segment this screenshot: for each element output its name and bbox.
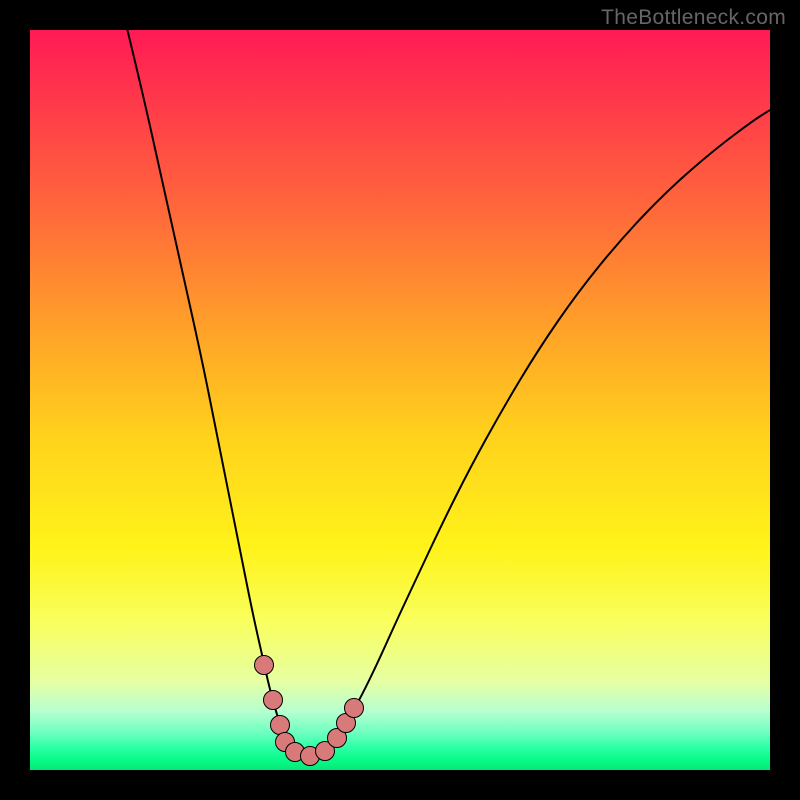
marker-dot [345,699,364,718]
curve-line [125,30,770,756]
markers-group [255,656,364,766]
marker-dot [264,691,283,710]
marker-dot [255,656,274,675]
marker-dot [271,716,290,735]
watermark-text: TheBottleneck.com [601,6,786,30]
plot-svg [30,30,770,770]
plot-frame [30,30,770,770]
